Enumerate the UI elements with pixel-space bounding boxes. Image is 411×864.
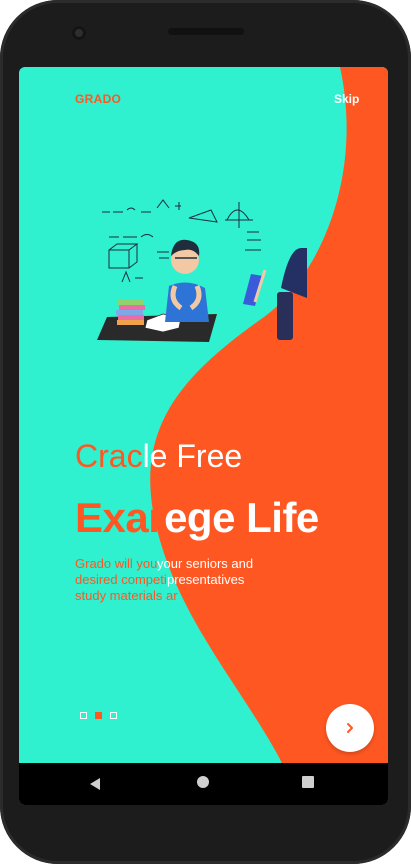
description-line: Grado will you your seniors and bbox=[75, 556, 295, 572]
description-line-right: your seniors and bbox=[157, 556, 254, 571]
front-camera bbox=[72, 26, 86, 40]
headline-line-1-right: le Free bbox=[142, 438, 243, 474]
earpiece-speaker bbox=[168, 28, 244, 35]
headline-line-2-right: ege Life bbox=[164, 494, 319, 541]
page-indicator bbox=[80, 712, 117, 719]
headline-line-1-left: Crac bbox=[75, 438, 143, 474]
description-line-right: presentatives bbox=[167, 572, 245, 587]
system-navigation-bar bbox=[19, 763, 388, 805]
page-dot-2-active[interactable] bbox=[95, 712, 102, 719]
headline-line-2-left: Exar bbox=[75, 494, 165, 541]
description-line-left: study materials ar bbox=[75, 588, 178, 603]
description-line: desired competi presentatives bbox=[75, 572, 295, 588]
phone-frame: GRADO Skip Cracle Free Exarege Life Grad… bbox=[0, 0, 411, 864]
orange-wave-background bbox=[150, 67, 388, 767]
square-recent-icon[interactable] bbox=[302, 776, 314, 788]
description-line-left: desired competi bbox=[75, 572, 167, 587]
skip-button[interactable]: Skip bbox=[334, 92, 359, 106]
next-button[interactable] bbox=[326, 704, 374, 752]
chevron-right-icon bbox=[347, 723, 353, 733]
triangle-back-icon[interactable] bbox=[88, 777, 102, 791]
app-screen: GRADO Skip Cracle Free Exarege Life Grad… bbox=[19, 67, 388, 805]
description-line-left: Grado will you bbox=[75, 556, 158, 571]
brand-logo-text: GRADO bbox=[75, 92, 122, 106]
headline-line-2: Exarege Life bbox=[75, 494, 319, 542]
page-dot-1[interactable] bbox=[80, 712, 87, 719]
description-line: study materials ar bbox=[75, 588, 295, 604]
page-dot-3[interactable] bbox=[110, 712, 117, 719]
headline-line-1: Cracle Free bbox=[75, 438, 242, 475]
onboarding-description: Grado will you your seniors and desired c… bbox=[75, 556, 295, 604]
circle-home-icon[interactable] bbox=[197, 776, 209, 788]
student-study-illustration bbox=[97, 199, 307, 342]
